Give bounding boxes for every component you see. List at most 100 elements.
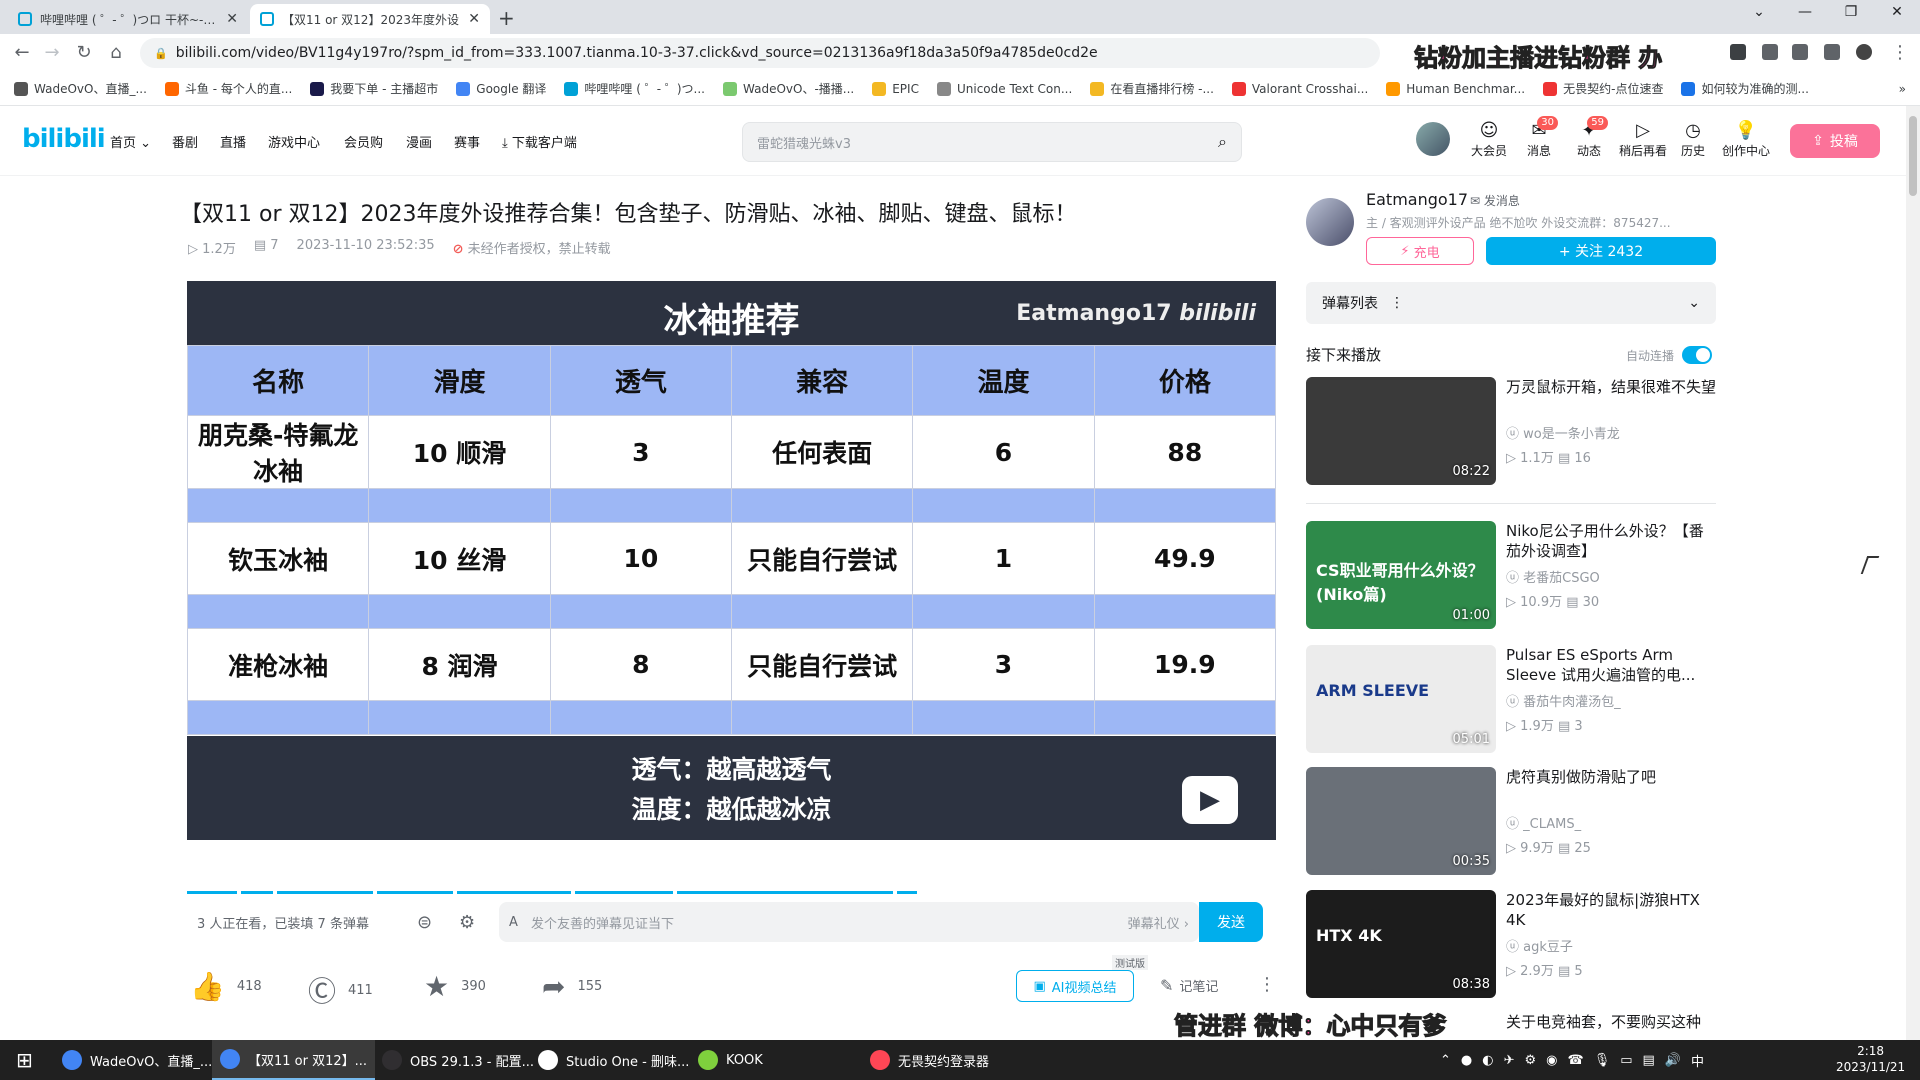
clock[interactable]: 2:18 2023/11/21	[1836, 1043, 1905, 1075]
video-thumbnail[interactable]: 08:22	[1306, 377, 1496, 485]
charge-button[interactable]: ⚡ 充电	[1366, 237, 1474, 265]
chevron-down-icon[interactable]: ⌄	[1688, 295, 1700, 311]
like-button[interactable]: 👍 418	[190, 970, 262, 1003]
home-icon[interactable]: ⌂	[104, 42, 128, 63]
upload-button[interactable]: ⇪ 投稿	[1790, 124, 1880, 158]
recommended-video[interactable]: CS职业哥用什么外设？(Niko篇) 01:00 Niko尼公子用什么外设？【番茄外…	[1306, 521, 1716, 629]
recommended-video[interactable]: 08:22 万灵鼠标开箱，结果很难不失望 ⓤ wo是一条小青龙 ▷ 1.1万 ▤ 16	[1306, 377, 1716, 485]
bookmark-item[interactable]: Valorant Crosshai...	[1231, 81, 1368, 96]
send-message-link[interactable]: ✉ 发消息	[1470, 192, 1520, 209]
font-style-icon[interactable]: A	[509, 915, 518, 930]
progress-segments[interactable]	[187, 891, 987, 894]
taskbar-app[interactable]: 【双11 or 双12】...	[212, 1040, 376, 1080]
bookmark-item[interactable]: WadeOvO、-播播...	[723, 80, 854, 97]
tray-icon[interactable]: ●	[1461, 1053, 1472, 1068]
more-icon[interactable]: ⋮	[1390, 295, 1404, 311]
browser-tab-2[interactable]: 【双11 or 双12】2023年度外设 ✕	[250, 4, 490, 34]
tray-icon[interactable]: ◉	[1546, 1053, 1557, 1068]
browser-tab-1[interactable]: 哔哩哔哩 ( ゜- ゜)つロ 干杯~-bili ✕	[8, 4, 248, 34]
recommended-title[interactable]: 关于电竞袖套，不要购买这种	[1506, 1012, 1716, 1032]
notes-button[interactable]: ✎ 记笔记	[1160, 976, 1218, 995]
bookmark-item[interactable]: WadeOvO、直播_...	[14, 80, 147, 97]
nav-esports[interactable]: 赛事	[454, 132, 480, 151]
bookmark-item[interactable]: 斗鱼 - 每个人的直...	[164, 80, 292, 97]
microphone-icon[interactable]: 🎙	[1594, 1053, 1611, 1068]
danmaku-input[interactable]: A 发个友善的弹幕见证当下 弹幕礼仪 ›	[499, 902, 1199, 942]
header-creator[interactable]: 💡 创作中心	[1718, 120, 1774, 159]
tab-search-icon[interactable]: ⌄	[1736, 4, 1782, 20]
danmaku-etiquette-link[interactable]: 弹幕礼仪 ›	[1128, 913, 1189, 932]
bookmark-item[interactable]: 在看直播排行榜 -...	[1090, 80, 1214, 97]
taskbar-app[interactable]: OBS 29.1.3 - 配置...	[374, 1040, 542, 1080]
video-thumbnail[interactable]: ARM SLEEVE 05:01	[1306, 645, 1496, 753]
ime-indicator[interactable]: 中	[1691, 1051, 1704, 1070]
nav-home[interactable]: 首页 ⌄	[110, 132, 151, 151]
media-icon[interactable]	[1792, 44, 1808, 60]
bookmark-item[interactable]: Human Benchmar...	[1386, 81, 1525, 96]
recommended-title[interactable]: 虎符真别做防滑贴了吧	[1506, 767, 1716, 787]
video-player[interactable]: 冰袖推荐 Eatmango17 bilibili 名称 滑度 透气 兼容 温度 价格 朋克桑…	[186, 281, 1277, 840]
recommended-author[interactable]: ⓤ agk豆子	[1506, 936, 1573, 955]
close-window-icon[interactable]: ✕	[1874, 4, 1920, 20]
minimize-icon[interactable]: —	[1782, 4, 1828, 20]
coin-button[interactable]: Ⓒ 411	[308, 970, 373, 1010]
bookmark-item[interactable]: 无畏契约-点位速查	[1543, 80, 1663, 97]
recommended-author[interactable]: ⓤ 老番茄CSGO	[1506, 567, 1600, 586]
tray-icon[interactable]: ✈	[1504, 1053, 1515, 1068]
bookmark-item[interactable]: 我要下单 - 主播超市	[310, 80, 438, 97]
forward-icon[interactable]: →	[40, 42, 64, 63]
play-icon[interactable]: ▶	[1182, 776, 1238, 824]
recommended-title[interactable]: 万灵鼠标开箱，结果很难不失望	[1506, 377, 1716, 397]
taskbar-app[interactable]: 无畏契约登录器	[862, 1040, 997, 1080]
header-watch-later[interactable]: ▷ 稍后再看	[1618, 120, 1668, 159]
danmaku-toggle-icon[interactable]: ⊜	[417, 912, 432, 933]
header-dynamics[interactable]: ✦ 59 动态	[1566, 116, 1612, 159]
tray-icon[interactable]: ⌃	[1440, 1053, 1451, 1068]
recommended-title[interactable]: Niko尼公子用什么外设？【番茄外设调查】	[1506, 521, 1716, 561]
uploader-avatar[interactable]	[1306, 198, 1354, 246]
autoplay-toggle[interactable]: 自动连播	[1626, 346, 1713, 364]
restore-icon[interactable]: ❐	[1828, 4, 1874, 20]
network-icon[interactable]: ▤	[1643, 1053, 1655, 1068]
monitor-icon[interactable]: ▭	[1620, 1053, 1632, 1068]
scrollbar-thumb[interactable]	[1909, 116, 1917, 196]
extension-icon[interactable]	[1730, 44, 1746, 60]
header-history[interactable]: ◷ 历史	[1670, 120, 1716, 159]
bookmark-item[interactable]: 如何较为准确的测...	[1681, 80, 1809, 97]
puzzle-icon[interactable]	[1762, 44, 1778, 60]
bilibili-logo[interactable]: bilibili	[22, 124, 106, 154]
video-thumbnail[interactable]: CS职业哥用什么外设？(Niko篇) 01:00	[1306, 521, 1496, 629]
follow-button[interactable]: + 关注 2432	[1486, 237, 1716, 265]
taskbar-app[interactable]: KOOK	[690, 1040, 771, 1080]
header-vip[interactable]: ☺ 大会员	[1466, 120, 1512, 159]
send-danmaku-button[interactable]: 发送	[1199, 902, 1263, 942]
new-tab-icon[interactable]: +	[498, 6, 515, 30]
taskbar-app[interactable]: WadeOvO、直播_...	[54, 1040, 220, 1080]
bookmarks-overflow-icon[interactable]: »	[1899, 82, 1906, 96]
recommended-author[interactable]: ⓤ wo是一条小青龙	[1506, 423, 1620, 442]
tray-icon[interactable]: ⚙	[1525, 1053, 1537, 1068]
recommended-title[interactable]: 2023年最好的鼠标|游狼HTX 4K	[1506, 890, 1716, 930]
menu-icon[interactable]: ⋮	[1888, 42, 1912, 63]
header-messages[interactable]: ✉ 30 消息	[1516, 116, 1562, 159]
volume-icon[interactable]: 🔊	[1665, 1053, 1681, 1068]
bookmark-item[interactable]: Unicode Text Con...	[936, 81, 1072, 96]
nav-download-client[interactable]: ⤓ 下载客户端	[502, 132, 577, 151]
video-thumbnail[interactable]: 00:35	[1306, 767, 1496, 875]
danmaku-list-panel[interactable]: 弹幕列表 ⋮ ⌄	[1306, 282, 1716, 324]
nav-game-center[interactable]: 游戏中心	[268, 132, 320, 151]
reload-icon[interactable]: ↻	[72, 42, 96, 63]
recommended-title[interactable]: Pulsar ES eSports Arm Sleeve 试用火遍油管的电...	[1506, 645, 1716, 685]
close-tab-icon[interactable]: ✕	[468, 11, 480, 27]
danmaku-settings-icon[interactable]: ⚙	[459, 912, 475, 933]
nav-anime[interactable]: 番剧	[172, 132, 198, 151]
taskbar-app[interactable]: Studio One - 删味...	[530, 1040, 697, 1080]
recommended-author[interactable]: ⓤ _CLAMS_	[1506, 813, 1581, 832]
bookmark-item[interactable]: EPIC	[872, 81, 919, 96]
nav-manga[interactable]: 漫画	[406, 132, 432, 151]
recommended-video[interactable]: 00:35 虎符真别做防滑贴了吧 ⓤ _CLAMS_ ▷ 9.9万 ▤ 25	[1306, 767, 1716, 875]
back-icon[interactable]: ←	[10, 42, 34, 63]
ai-summary-button[interactable]: ▣ AI视频总结	[1016, 970, 1134, 1002]
favorite-button[interactable]: ★ 390	[424, 970, 486, 1003]
more-actions-icon[interactable]: ⋮	[1258, 974, 1276, 995]
